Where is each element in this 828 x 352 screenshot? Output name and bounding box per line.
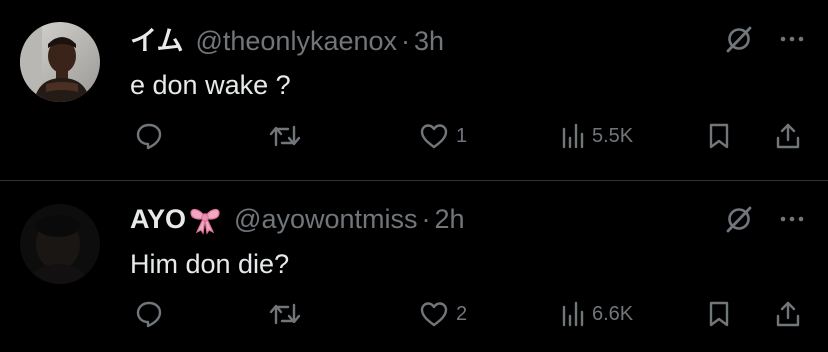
tweet[interactable]: イム @theonlykaenox · 3h e don wake ? 1 5.… bbox=[0, 0, 828, 180]
bookmark-icon bbox=[709, 301, 729, 327]
share-icon bbox=[776, 301, 800, 327]
repost-icon bbox=[269, 125, 301, 147]
like-icon bbox=[420, 302, 448, 327]
share-icon bbox=[776, 123, 800, 149]
views-count: 6.6K bbox=[592, 302, 634, 325]
user-handle[interactable]: @ayowontmiss bbox=[234, 202, 417, 236]
more-icon[interactable] bbox=[778, 25, 806, 53]
avatar-image bbox=[20, 22, 100, 102]
grok-icon[interactable] bbox=[724, 204, 754, 234]
tweet-actions: 1 5.5K bbox=[0, 118, 828, 154]
views-button[interactable]: 5.5K bbox=[560, 118, 633, 154]
bookmark-button[interactable] bbox=[706, 296, 732, 332]
reply-button[interactable] bbox=[134, 296, 170, 332]
grok-icon[interactable] bbox=[724, 24, 754, 54]
tweet-top-actions bbox=[724, 24, 806, 54]
tweet-header: イム @theonlykaenox · 3h bbox=[130, 24, 444, 58]
repost-icon bbox=[269, 303, 301, 325]
tweet-text: e don wake ? bbox=[130, 70, 291, 100]
avatar[interactable] bbox=[20, 22, 100, 102]
like-button[interactable]: 2 bbox=[418, 296, 467, 332]
tweet-top-actions bbox=[724, 204, 806, 234]
like-count: 2 bbox=[456, 302, 468, 325]
separator-dot: · bbox=[421, 204, 431, 234]
tweet[interactable]: AYO @ayowontmiss · 2h 2 6.6K bbox=[0, 181, 828, 352]
reply-icon bbox=[136, 301, 162, 328]
display-name[interactable]: イム bbox=[130, 24, 183, 58]
user-handle[interactable]: @theonlykaenox bbox=[195, 24, 397, 58]
more-icon[interactable] bbox=[778, 205, 806, 233]
reply-icon bbox=[136, 123, 162, 150]
like-count: 1 bbox=[456, 124, 468, 147]
bookmark-icon bbox=[709, 123, 729, 149]
views-icon bbox=[562, 301, 584, 327]
avatar-image bbox=[20, 204, 100, 284]
views-count: 5.5K bbox=[592, 124, 634, 147]
repost-button[interactable] bbox=[268, 296, 308, 332]
tweet-actions: 2 6.6K bbox=[0, 296, 828, 332]
timestamp[interactable]: 3h bbox=[414, 24, 444, 58]
like-button[interactable]: 1 bbox=[418, 118, 467, 154]
like-icon bbox=[420, 124, 448, 149]
timeline-feed: イム @theonlykaenox · 3h e don wake ? 1 5.… bbox=[0, 0, 828, 352]
avatar[interactable] bbox=[20, 204, 100, 284]
ribbon-bow-icon bbox=[188, 203, 222, 235]
tweet-text: Him don die? bbox=[130, 249, 290, 279]
separator-dot: · bbox=[401, 26, 411, 56]
tweet-header: AYO @ayowontmiss · 2h bbox=[130, 202, 465, 236]
views-icon bbox=[562, 123, 584, 149]
views-button[interactable]: 6.6K bbox=[560, 296, 633, 332]
repost-button[interactable] bbox=[268, 118, 308, 154]
timestamp[interactable]: 2h bbox=[435, 202, 465, 236]
share-button[interactable] bbox=[774, 296, 802, 332]
reply-button[interactable] bbox=[134, 118, 170, 154]
bookmark-button[interactable] bbox=[706, 118, 732, 154]
display-name[interactable]: AYO bbox=[130, 202, 186, 236]
share-button[interactable] bbox=[774, 118, 802, 154]
